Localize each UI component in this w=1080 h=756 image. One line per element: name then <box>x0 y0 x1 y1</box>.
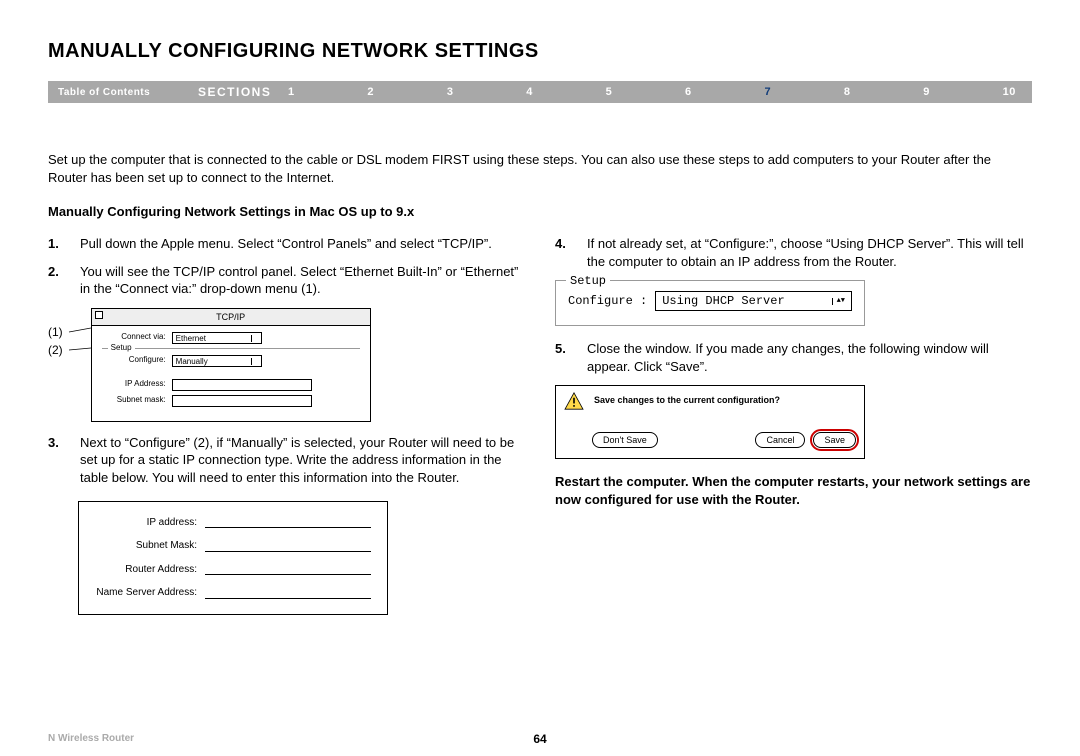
step-3: 3. Next to “Configure” (2), if “Manually… <box>48 434 525 487</box>
subheading: Manually Configuring Network Settings in… <box>48 204 1032 219</box>
setup-configure-panel: Setup Configure : Using DHCP Server ▲▼ <box>555 280 865 326</box>
ip-address-label: IP Address: <box>102 379 172 390</box>
footer: N Wireless Router 64 <box>48 733 1032 744</box>
nav-section-4[interactable]: 4 <box>526 86 533 98</box>
intro-paragraph: Set up the computer that is connected to… <box>48 151 1032 186</box>
ip-address-input[interactable] <box>172 379 312 391</box>
addr-row-nameserver: Name Server Address: <box>95 586 371 600</box>
tcpip-titlebar: TCP/IP <box>92 309 370 326</box>
connect-via-label: Connect via: <box>102 332 172 343</box>
step-1-number: 1. <box>48 235 80 253</box>
save-button[interactable]: Save <box>813 432 856 448</box>
configure-label: Configure: <box>102 355 172 366</box>
subnet-mask-input[interactable] <box>172 395 312 407</box>
addr-row-router: Router Address: <box>95 563 371 577</box>
addr-subnet-label: Subnet Mask: <box>95 539 205 553</box>
nav-section-5[interactable]: 5 <box>606 86 613 98</box>
addr-row-ip: IP address: <box>95 516 371 530</box>
nav-section-2[interactable]: 2 <box>367 86 374 98</box>
setup-configure-select[interactable]: Using DHCP Server ▲▼ <box>655 291 852 311</box>
save-dialog-message: Save changes to the current configuratio… <box>594 392 780 406</box>
step-1: 1. Pull down the Apple menu. Select “Con… <box>48 235 525 253</box>
addr-ip-label: IP address: <box>95 516 205 530</box>
nav-sections-label: SECTIONS <box>198 85 288 99</box>
section-navbar: Table of Contents SECTIONS 1 2 3 4 5 6 7… <box>48 81 1032 103</box>
close-icon[interactable] <box>95 311 103 319</box>
callout-lines <box>67 308 91 364</box>
addr-router-label: Router Address: <box>95 563 205 577</box>
save-changes-dialog: Save changes to the current configuratio… <box>555 385 865 459</box>
nav-section-7[interactable]: 7 <box>764 86 771 98</box>
nav-section-numbers: 1 2 3 4 5 6 7 8 9 10 <box>288 86 1022 98</box>
nav-section-1[interactable]: 1 <box>288 86 295 98</box>
addr-row-subnet: Subnet Mask: <box>95 539 371 553</box>
cancel-button[interactable]: Cancel <box>755 432 805 448</box>
address-info-table: IP address: Subnet Mask: Router Address:… <box>78 501 388 615</box>
addr-ip-field[interactable] <box>205 516 371 528</box>
step-3-text: Next to “Configure” (2), if “Manually” i… <box>80 434 525 487</box>
addr-nameserver-label: Name Server Address: <box>95 586 205 600</box>
nav-section-8[interactable]: 8 <box>844 86 851 98</box>
addr-router-field[interactable] <box>205 563 371 575</box>
step-4-text: If not already set, at “Configure:”, cho… <box>587 235 1032 270</box>
footer-product: N Wireless Router <box>48 733 134 744</box>
tcpip-control-panel: TCP/IP Connect via: Ethernet Setup Confi… <box>91 308 371 422</box>
configure-select[interactable]: Manually <box>172 355 262 367</box>
left-column: 1. Pull down the Apple menu. Select “Con… <box>48 235 525 614</box>
connect-via-select[interactable]: Ethernet <box>172 332 262 344</box>
page-title: MANUALLY CONFIGURING NETWORK SETTINGS <box>48 40 1032 63</box>
step-5: 5. Close the window. If you made any cha… <box>555 340 1032 375</box>
nav-section-9[interactable]: 9 <box>923 86 930 98</box>
addr-subnet-field[interactable] <box>205 540 371 552</box>
tcpip-title-text: TCP/IP <box>216 312 245 322</box>
nav-section-3[interactable]: 3 <box>447 86 454 98</box>
setup-legend: Setup <box>566 273 610 289</box>
right-column: 4. If not already set, at “Configure:”, … <box>555 235 1032 614</box>
addr-nameserver-field[interactable] <box>205 587 371 599</box>
setup-group-label: Setup <box>108 343 135 354</box>
dont-save-button[interactable]: Don't Save <box>592 432 658 448</box>
step-1-text: Pull down the Apple menu. Select “Contro… <box>80 235 525 253</box>
step-2-number: 2. <box>48 263 80 298</box>
step-2-text: You will see the TCP/IP control panel. S… <box>80 263 525 298</box>
step-4-number: 4. <box>555 235 587 270</box>
nav-section-10[interactable]: 10 <box>1003 86 1016 98</box>
step-4: 4. If not already set, at “Configure:”, … <box>555 235 1032 270</box>
page-number: 64 <box>533 732 546 746</box>
callout-labels: (1) (2) <box>48 308 67 360</box>
setup-configure-label: Configure : <box>568 293 647 309</box>
step-5-text: Close the window. If you made any change… <box>587 340 1032 375</box>
nav-toc-link[interactable]: Table of Contents <box>58 87 198 98</box>
callout-2: (2) <box>48 342 63 360</box>
callout-1: (1) <box>48 324 63 342</box>
subnet-mask-label: Subnet mask: <box>102 395 172 406</box>
setup-configure-value: Using DHCP Server <box>662 293 784 309</box>
restart-note: Restart the computer. When the computer … <box>555 473 1032 508</box>
warning-icon <box>564 392 584 410</box>
step-3-number: 3. <box>48 434 80 487</box>
step-5-number: 5. <box>555 340 587 375</box>
updown-arrows-icon: ▲▼ <box>832 298 845 305</box>
nav-section-6[interactable]: 6 <box>685 86 692 98</box>
step-2: 2. You will see the TCP/IP control panel… <box>48 263 525 298</box>
